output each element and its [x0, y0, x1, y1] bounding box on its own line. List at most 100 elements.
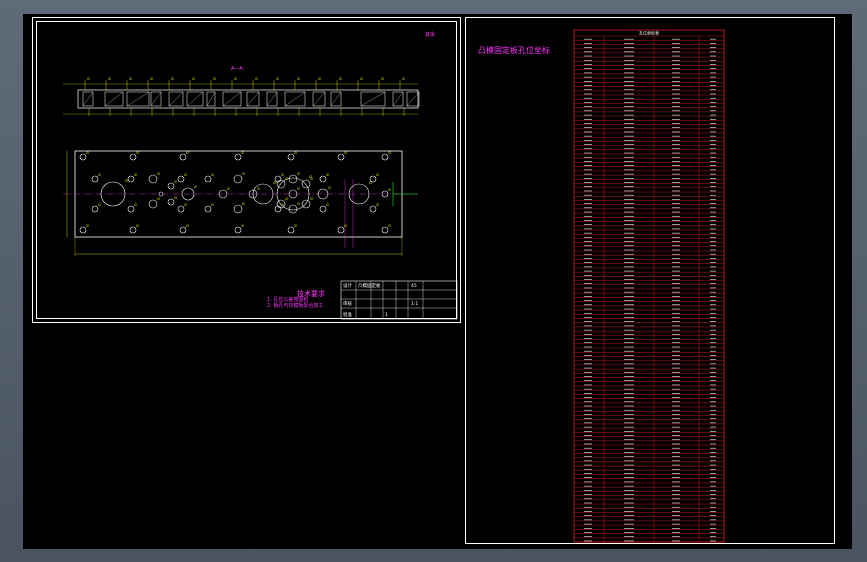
dim-label-top-3: ∅: [150, 77, 153, 81]
hole-label-6: ∅: [344, 151, 347, 155]
hole-label-2: ∅: [136, 151, 139, 155]
title-block-text-0: 设计: [343, 282, 352, 289]
section-hatch-10: [266, 91, 278, 107]
hole-label-30: ∅: [227, 187, 230, 191]
title-block-text-5: 批准: [343, 311, 352, 318]
hole-31: [233, 174, 243, 184]
section-hatch-14: [360, 91, 386, 107]
hole-label-8: ∅: [86, 224, 89, 228]
hole-label-5: ∅: [294, 151, 297, 155]
hole-32: [233, 204, 243, 214]
section-hatch-2: [104, 91, 124, 107]
hole-label-10: ∅: [186, 224, 189, 228]
hole-label-39: ∅: [297, 172, 300, 176]
hole-label-27: ∅: [211, 203, 214, 207]
hole-21: [148, 199, 158, 209]
section-view-label: A—A: [231, 66, 243, 72]
title-block-text-1: 凸模固定板: [358, 282, 381, 289]
hole-42: [288, 204, 298, 214]
hole-label-35: ∅: [281, 173, 284, 177]
table-outline: [573, 29, 725, 543]
hole-label-34: ∅: [273, 181, 276, 185]
dim-label-top-9: ∅: [276, 77, 279, 81]
hole-label-40: ∅: [310, 177, 313, 181]
hole-label-3: ∅: [186, 151, 189, 155]
hole-label-19: ∅: [134, 203, 137, 207]
hole-label-47: ∅: [326, 203, 329, 207]
section-hatch-11: [284, 91, 306, 107]
title-block-text-6: 1: [385, 312, 388, 318]
section-hatch-7: [206, 91, 216, 107]
hole-label-4: ∅: [241, 151, 244, 155]
dim-label-top-15: ∅: [402, 77, 405, 81]
dim-label-top-6: ∅: [213, 77, 216, 81]
table-header: 孔位坐标表: [639, 30, 659, 36]
hole-label-17: ∅: [98, 203, 101, 207]
surface-finish-mark: 其余: [425, 32, 436, 38]
dim-label-top-1: ∅: [108, 77, 111, 81]
dim-label-top-5: ∅: [192, 77, 195, 81]
hole-label-33: ∅: [257, 187, 260, 191]
dim-label-top-8: ∅: [255, 77, 258, 81]
cad-canvas[interactable]: ∅ ∅ ∅ ∅ ∅ ∅ ∅ ∅ ∅ ∅ ∅ ∅ ∅ ∅ ∅ ∅ ∅ ∅ ∅ ∅ ∅ ∅ ∅ ∅ ∅ ∅ ∅ ∅ ∅ ∅ ∅ ∅ ∅ ∅ ∅ ∅ ∅ ∅ ∅…: [23, 14, 852, 549]
section-hatch-3: [126, 91, 150, 107]
hole-label-43: ∅: [285, 197, 288, 201]
section-hatch-9: [246, 91, 260, 107]
hole-label-22: ∅: [174, 180, 177, 184]
hole-39: [288, 174, 298, 184]
hole-label-7: ∅: [388, 151, 391, 155]
section-outline: [77, 89, 419, 109]
dim-label-top-0: ∅: [87, 77, 90, 81]
section-hatch-12: [312, 91, 326, 107]
coordinate-table: 孔位坐标表: [573, 29, 725, 543]
dim-label-top-10: ∅: [297, 77, 300, 81]
section-hatch-5: [168, 91, 184, 107]
hole-label-14: ∅: [388, 224, 391, 228]
hole-label-12: ∅: [294, 224, 297, 228]
dim-label-top-12: ∅: [339, 77, 342, 81]
hole-label-21: ∅: [157, 197, 160, 201]
section-view-a-a: ∅ ∅ ∅ ∅ ∅ ∅ ∅ ∅ ∅ ∅ ∅ ∅ ∅ ∅ ∅ ∅: [63, 77, 420, 116]
hole-label-38: ∅: [285, 177, 288, 181]
hole-20: [148, 174, 158, 184]
hole-label-18: ∅: [134, 173, 137, 177]
dim-label-top-11: ∅: [318, 77, 321, 81]
hole-40: [301, 179, 311, 189]
title-block: 设计 凸模固定板 45 审核 1:1 批准 1: [340, 280, 458, 320]
section-hatch-4: [150, 91, 162, 107]
hole-label-44: ∅: [297, 187, 300, 191]
hole-38: [276, 179, 286, 189]
title-block-text-4: 1:1: [411, 301, 418, 307]
hole-label-49: ∅: [376, 173, 379, 177]
dim-label-top-14: ∅: [381, 77, 384, 81]
hole-label-45: ∅: [328, 186, 331, 190]
section-hatch-13: [330, 91, 342, 107]
hole-label-23: ∅: [174, 196, 177, 200]
dim-label-top-2: ∅: [129, 77, 132, 81]
title-block-text-2: 45: [411, 283, 417, 289]
title-block-text-3: 审核: [343, 300, 352, 307]
dim-label-top-4: ∅: [171, 77, 174, 81]
section-hatch-15: [392, 91, 404, 107]
drawing-geometry: ∅ ∅ ∅ ∅ ∅ ∅ ∅ ∅ ∅ ∅ ∅ ∅ ∅ ∅ ∅ ∅ ∅ ∅ ∅ ∅ ∅ ∅ ∅∅ ∅ ∅ ∅ ∅ ∅ ∅∅∅∅∅∅∅∅∅∅…: [63, 29, 725, 543]
hole-label-20: ∅: [157, 172, 160, 176]
hole-label-28: ∅: [184, 173, 187, 177]
plan-view: ∅ ∅ ∅ ∅ ∅ ∅ ∅ ∅ ∅ ∅ ∅ ∅ ∅ ∅ ∅ ∅ ∅ ∅ ∅ ∅ ∅ ∅ ∅ ∅ ∅ ∅ ∅ ∅ ∅ ∅ ∅ ∅ ∅ ∅ ∅ ∅ ∅ ∅ ∅ ∅…: [63, 150, 418, 256]
hole-label-29: ∅: [184, 203, 187, 207]
dim-label-top-13: ∅: [360, 77, 363, 81]
hole-label-41: ∅: [310, 197, 313, 201]
hole-label-31: ∅: [242, 172, 245, 176]
coordinate-sheet-title: 凸模固定板孔位坐标: [478, 46, 550, 55]
hole-label-25: ∅: [194, 185, 197, 189]
section-hatch-16: [406, 91, 420, 107]
hole-label-51: ∅: [388, 188, 391, 192]
hole-label-16: ∅: [98, 173, 101, 177]
hole-label-1: ∅: [86, 151, 89, 155]
hole-label-32: ∅: [242, 202, 245, 206]
hole-label-13: ∅: [344, 224, 347, 228]
hole-label-15: ∅: [125, 179, 128, 183]
hole-41: [301, 199, 311, 209]
hole-label-9: ∅: [136, 224, 139, 228]
dim-label-top-7: ∅: [234, 77, 237, 81]
hole-label-11: ∅: [241, 224, 244, 228]
